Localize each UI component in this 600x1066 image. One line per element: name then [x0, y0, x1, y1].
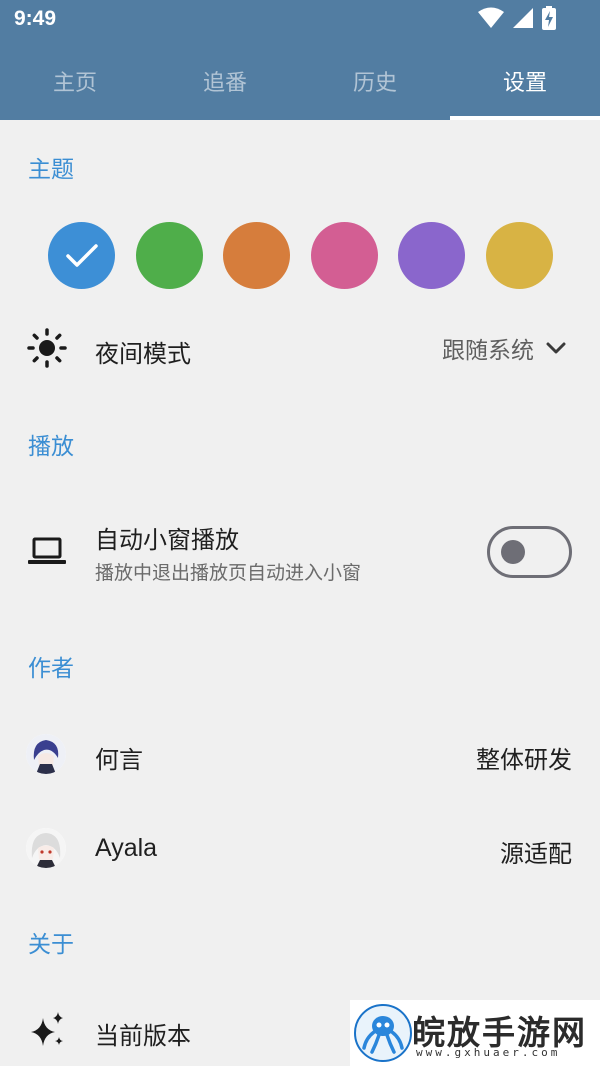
tab-history[interactable]: 历史: [300, 55, 450, 120]
tab-home[interactable]: 主页: [0, 55, 150, 120]
watermark-url: www.gxhuaer.com: [416, 1046, 561, 1059]
auto-pip-label: 自动小窗播放: [95, 526, 239, 554]
section-title-playback: 播放: [28, 434, 74, 460]
theme-color-swatch[interactable]: [398, 222, 465, 289]
theme-color-swatch[interactable]: [486, 222, 553, 289]
author-name: 何言: [95, 746, 143, 774]
status-time: 9:49: [14, 7, 57, 30]
laptop-icon: [27, 531, 67, 571]
tab-home-label: 主页: [52, 71, 97, 96]
section-title-about: 关于: [28, 932, 74, 958]
checkmark-icon: [65, 243, 98, 267]
system-icons: [478, 6, 556, 30]
author-name: Ayala: [95, 834, 158, 862]
night-mode-dropdown[interactable]: 跟随系统: [442, 330, 566, 366]
app-bar: 9:49 主页 追番 历史 设置: [0, 0, 600, 120]
status-bar: 9:49: [0, 0, 600, 40]
toggle-knob: [501, 540, 525, 564]
current-version-label[interactable]: 当前版本: [95, 1016, 191, 1051]
night-mode-label: 夜间模式: [95, 340, 191, 368]
section-title-authors: 作者: [28, 656, 74, 682]
tab-history-label: 历史: [352, 71, 397, 96]
auto-pip-description: 播放中退出播放页自动进入小窗: [95, 562, 362, 584]
author-role: 整体研发: [476, 746, 572, 774]
wifi-icon: [478, 7, 504, 28]
watermark: 皖放手游网 www.gxhuaer.com: [350, 1000, 600, 1066]
sparkle-icon: [27, 1010, 67, 1050]
tab-following[interactable]: 追番: [150, 55, 300, 120]
sun-icon: [27, 328, 67, 368]
section-title-theme: 主题: [28, 157, 74, 183]
chevron-down-icon: [546, 342, 566, 354]
night-mode-value: 跟随系统: [442, 338, 534, 364]
tab-following-label: 追番: [202, 71, 247, 96]
theme-color-swatch[interactable]: [48, 222, 115, 289]
avatar: [26, 734, 66, 774]
cellular-signal-icon: [513, 8, 533, 28]
avatar: [26, 828, 66, 868]
tab-bar: 主页 追番 历史 设置: [0, 55, 600, 120]
tab-settings[interactable]: 设置: [450, 55, 600, 120]
theme-color-swatch[interactable]: [136, 222, 203, 289]
author-role: 源适配: [500, 840, 572, 868]
theme-color-swatch[interactable]: [311, 222, 378, 289]
theme-color-swatch[interactable]: [223, 222, 290, 289]
tab-settings-label: 设置: [502, 71, 547, 96]
battery-charging-icon: [542, 6, 556, 30]
auto-pip-toggle[interactable]: [487, 526, 572, 578]
octopus-logo: [354, 1004, 412, 1062]
